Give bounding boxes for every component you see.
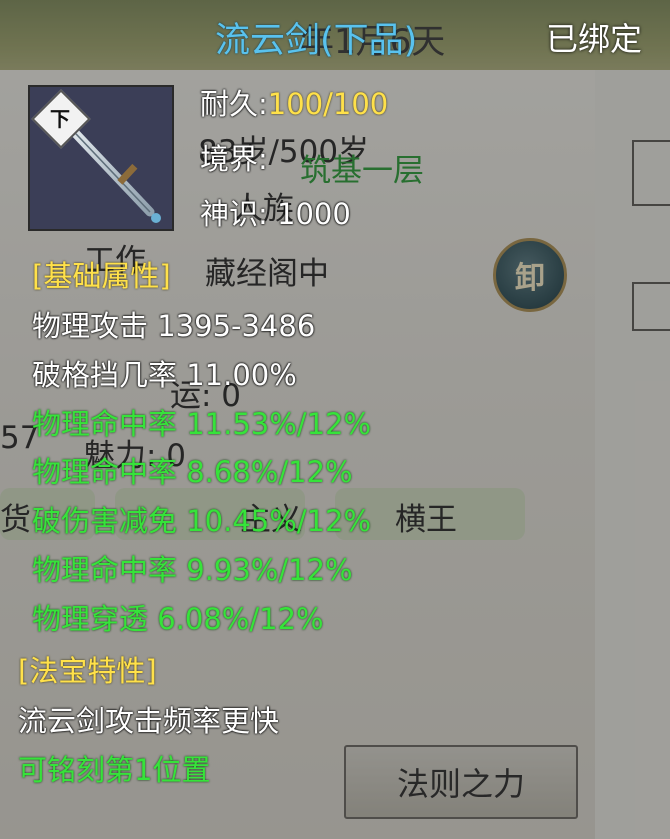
treasure-description: 流云剑攻击频率更快 <box>18 704 280 738</box>
spirit-value: 1000 <box>277 197 351 231</box>
bound-status: 已绑定 <box>546 20 643 58</box>
base-attributes-header: [基础属性] <box>32 259 171 293</box>
base-attribute-line: 破格挡几率 11.00% <box>32 358 297 392</box>
bonus-attribute-line: 物理命中率 8.68%/12% <box>32 455 353 489</box>
item-icon-frame: 下 <box>28 85 174 231</box>
bonus-attribute-line: 破伤害减免 10.45%/12% <box>32 504 372 538</box>
realm-row: 境界: <box>200 145 268 174</box>
durability-label: 耐久: <box>200 87 268 121</box>
item-name: 流云剑(下品) <box>215 21 418 61</box>
durability-value: 100/100 <box>267 87 389 121</box>
grade-badge-text: 下 <box>50 106 70 131</box>
realm-label: 境界: <box>200 142 268 176</box>
engrave-slot-text: 可铭刻第1位置 <box>18 753 211 787</box>
spirit-label: 神识: <box>200 197 268 231</box>
base-attribute-line: 物理攻击 1395-3486 <box>32 309 316 343</box>
spirit-row: 神识: 1000 <box>200 200 351 229</box>
bonus-attribute-line: 物理命中率 9.93%/12% <box>32 553 353 587</box>
bonus-attribute-line: 物理穿透 6.08%/12% <box>32 602 324 636</box>
treasure-traits-header: [法宝特性] <box>18 654 157 688</box>
bonus-attribute-line: 物理命中率 11.53%/12% <box>32 407 372 441</box>
durability-row: 耐久:100/100 <box>200 90 388 119</box>
